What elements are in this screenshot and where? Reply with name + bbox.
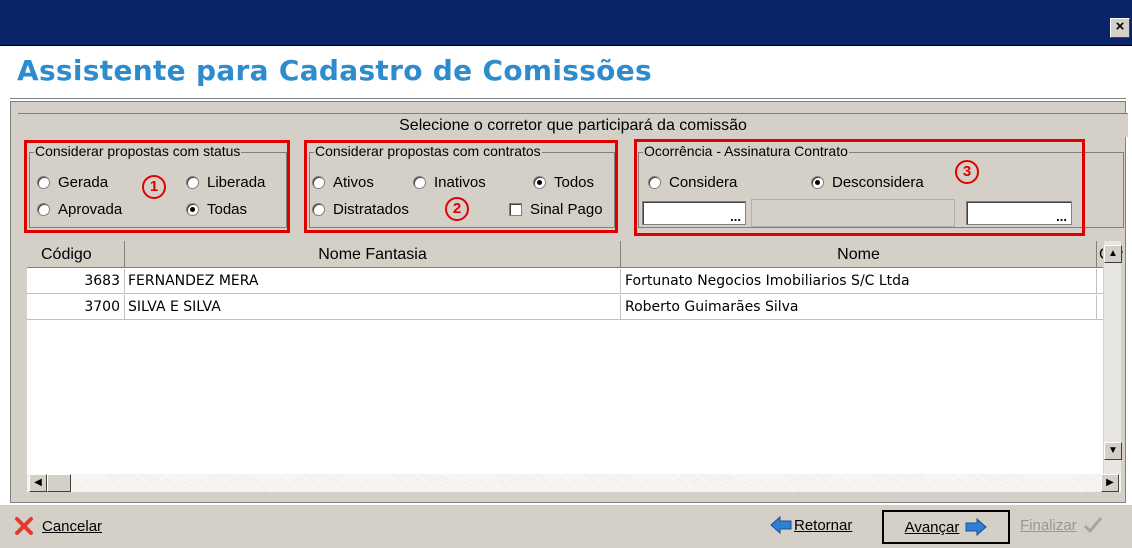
column-header-nome-fantasia[interactable]: Nome Fantasia — [125, 241, 621, 268]
finish-button[interactable]: Finalizar — [1020, 516, 1103, 534]
scroll-down-icon[interactable]: ▼ — [1104, 442, 1122, 460]
column-header-nome[interactable]: Nome — [621, 241, 1097, 268]
column-header-codigo[interactable]: Código — [27, 241, 125, 268]
arrow-left-icon — [770, 516, 792, 534]
title-divider — [10, 98, 1126, 100]
cell-nome: Fortunato Negocios Imobiliarios S/C Ltda — [621, 269, 1097, 294]
wizard-title: Assistente para Cadastro de Comissões — [17, 54, 652, 87]
window-titlebar — [0, 0, 1132, 46]
annotation-badge-2: 2 — [445, 197, 469, 221]
cell-nome: Roberto Guimarães Silva — [621, 295, 1097, 320]
scroll-up-icon[interactable]: ▲ — [1104, 245, 1122, 263]
cell-nome-fantasia: SILVA E SILVA — [125, 295, 621, 320]
horizontal-scrollbar[interactable] — [27, 474, 1121, 492]
checkmark-icon — [1083, 517, 1102, 534]
scroll-right-icon[interactable]: ▶ — [1101, 474, 1119, 492]
cancel-button[interactable]: Cancelar — [14, 516, 102, 536]
back-button[interactable]: Retornar — [770, 516, 852, 534]
horizontal-scroll-thumb[interactable] — [47, 474, 71, 492]
annotation-box-3 — [634, 139, 1085, 236]
next-button[interactable]: Avançar — [882, 510, 1010, 544]
scroll-left-icon[interactable]: ◀ — [29, 474, 47, 492]
table-row[interactable]: 3700 SILVA E SILVA Roberto Guimarães Sil… — [27, 295, 1103, 320]
arrow-right-icon — [965, 518, 988, 536]
cell-codigo: 3683 — [27, 269, 125, 294]
close-icon: × — [1115, 18, 1125, 35]
cell-codigo: 3700 — [27, 295, 125, 320]
annotation-badge-3: 3 — [955, 160, 979, 184]
vertical-scrollbar[interactable]: ▲ ▼ — [1103, 241, 1122, 474]
grid-header: Código Nome Fantasia Nome Cor — [27, 241, 1123, 268]
cancel-x-icon — [15, 517, 33, 535]
annotation-badge-1: 1 — [142, 175, 166, 199]
cell-nome-fantasia: FERNANDEZ MERA — [125, 269, 621, 294]
table-row[interactable]: 3683 FERNANDEZ MERA Fortunato Negocios I… — [27, 269, 1103, 294]
close-button[interactable]: × — [1110, 18, 1130, 38]
panel-header: Selecione o corretor que participará da … — [18, 113, 1128, 137]
